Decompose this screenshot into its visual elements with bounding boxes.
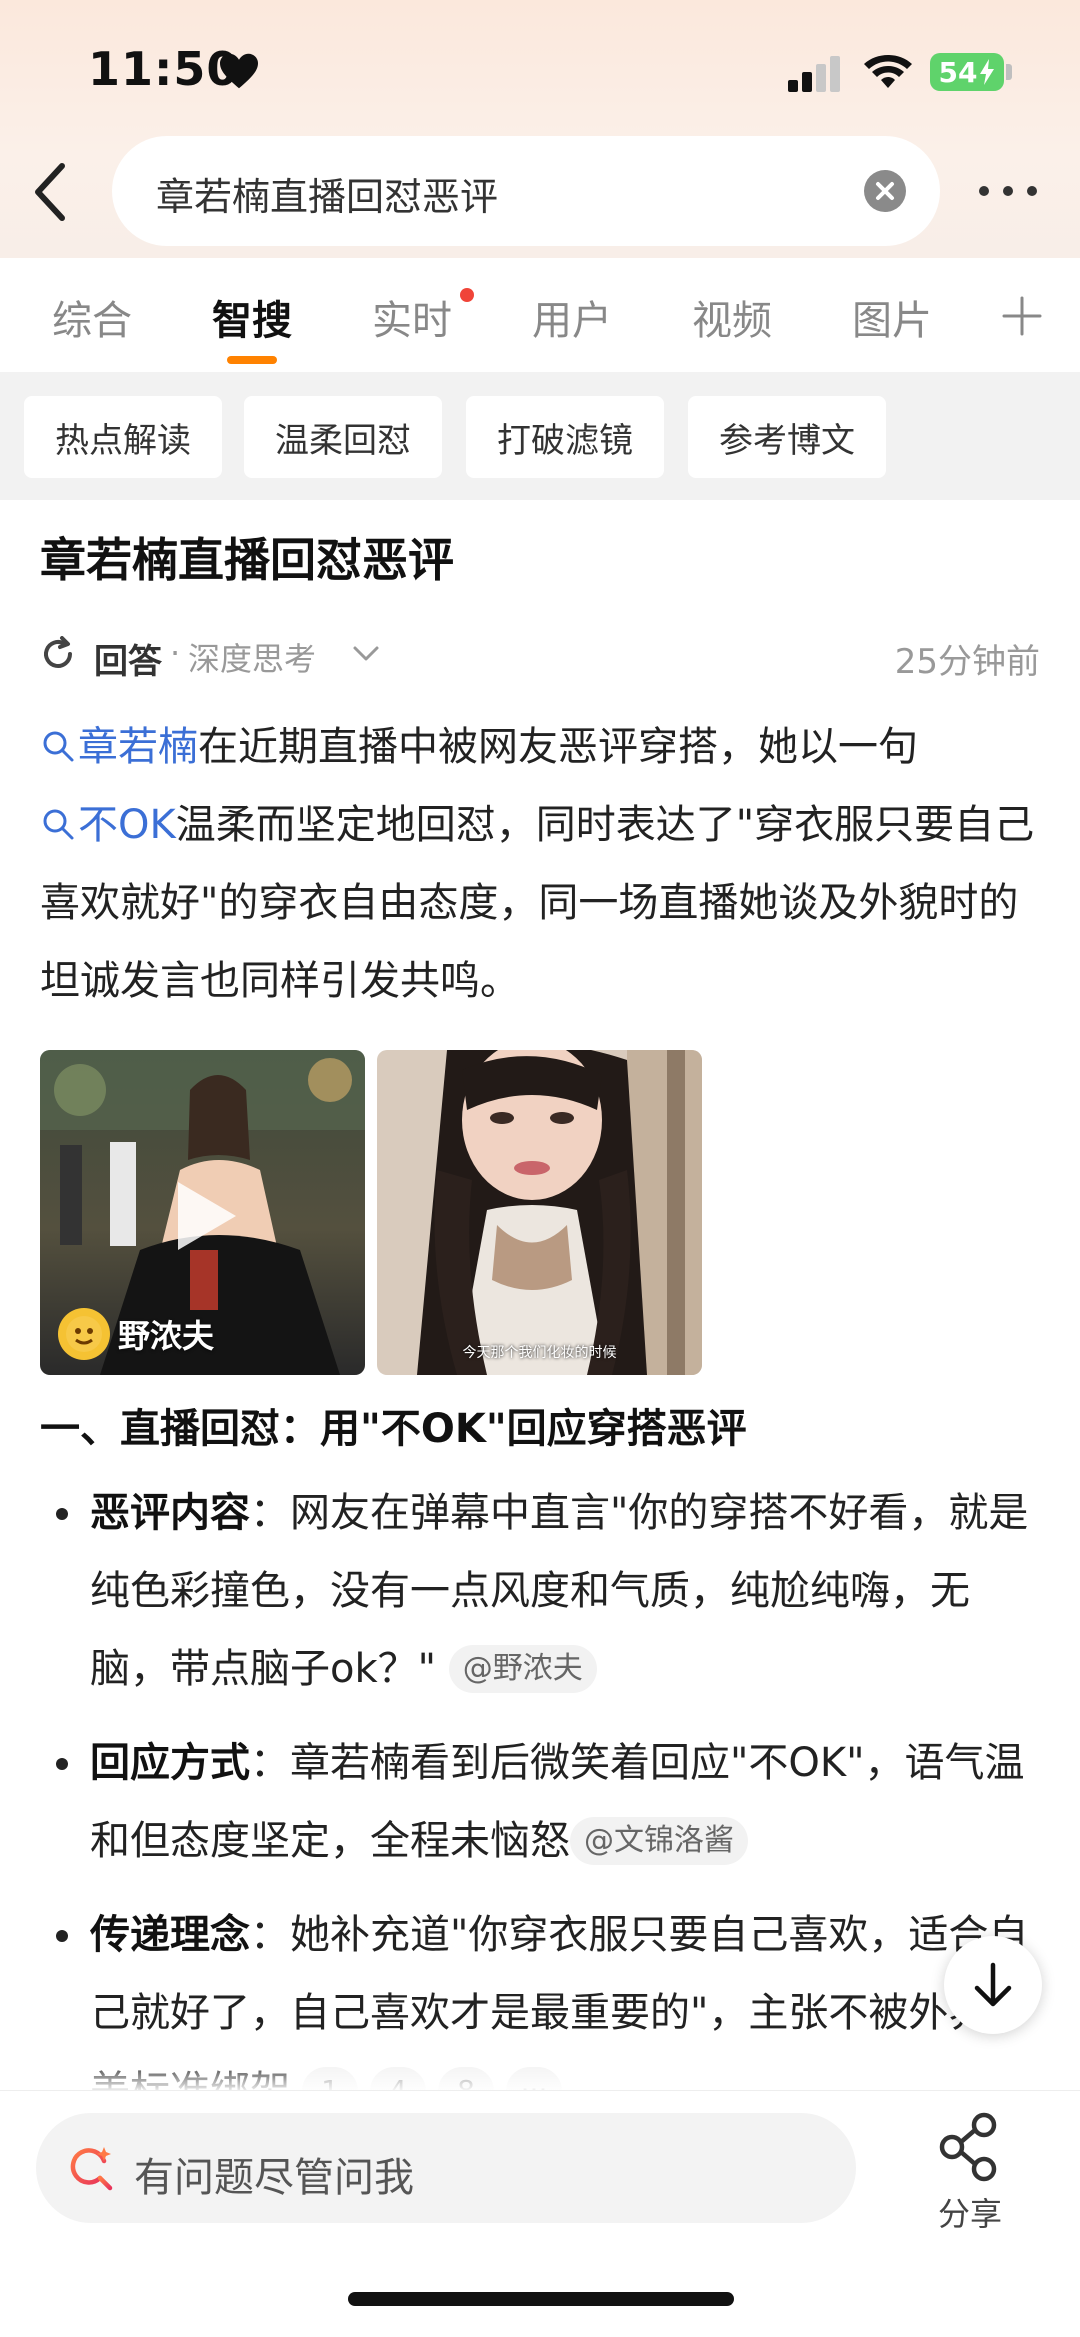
answer-timestamp: 25分钟前 xyxy=(894,642,1040,682)
search-tabs: 综合 智搜 实时 用户 视频 图片 xyxy=(0,258,1080,372)
cellular-signal-icon xyxy=(788,56,840,92)
deep-thinking-toggle[interactable]: 深度思考 xyxy=(188,634,316,680)
summary-paragraph: 章若楠在近期直播中被网友恶评穿搭，她以一句 不OK温柔而坚定地回怼，同时表达了"穿… xyxy=(40,708,1050,1020)
status-time: 11:50 xyxy=(88,42,240,96)
content-fade xyxy=(0,2060,1080,2090)
answer-meta-row: 回答 · 深度思考 25分钟前 xyxy=(40,630,1040,682)
source-tag[interactable]: @野浓夫 xyxy=(448,1645,597,1693)
bullet-label: 恶评内容 xyxy=(90,1490,250,1536)
ask-placeholder: 有问题尽管问我 xyxy=(134,2155,414,2201)
status-bar: 11:50 54 xyxy=(0,0,1080,140)
chip-gentle-comeback[interactable]: 温柔回怼 xyxy=(244,396,442,478)
section-heading: 一、直播回怼：用"不OK"回应穿搭恶评 xyxy=(40,1406,747,1452)
bullet-marker xyxy=(56,1758,68,1770)
search-query: 章若楠直播回怼恶评 xyxy=(156,175,499,219)
ask-input[interactable]: 有问题尽管问我 xyxy=(36,2113,856,2223)
source-tag[interactable]: @文锦洛酱 xyxy=(570,1817,748,1865)
keyword-text: 章若楠 xyxy=(78,724,198,770)
tab-realtime[interactable]: 实时 xyxy=(372,288,452,346)
bullet-label: 传递理念 xyxy=(90,1912,250,1958)
notification-dot xyxy=(460,288,474,302)
tab-images[interactable]: 图片 xyxy=(852,288,932,346)
clear-search-icon[interactable] xyxy=(864,170,906,212)
chip-break-filter[interactable]: 打破滤镜 xyxy=(466,396,664,478)
list-item: 恶评内容：网友在弹幕中直言"你的穿搭不好看，就是纯色彩撞色，没有一点风度和气质，… xyxy=(40,1474,1040,1708)
refresh-icon xyxy=(44,636,72,668)
home-indicator[interactable] xyxy=(348,2292,734,2306)
back-arrow-icon[interactable] xyxy=(28,160,72,224)
tab-smart-search[interactable]: 智搜 xyxy=(212,288,292,346)
chevron-down-icon[interactable] xyxy=(352,644,380,664)
add-tab-icon[interactable] xyxy=(1002,296,1042,336)
author-name: 野浓夫 xyxy=(118,1317,215,1355)
battery-indicator: 54 xyxy=(930,53,1004,91)
search-icon xyxy=(43,731,74,762)
thumbnail-image xyxy=(377,1050,702,1375)
search-row: 章若楠直播回怼恶评 xyxy=(0,136,1080,248)
arrow-down-icon xyxy=(974,1962,1012,2007)
summary-text: 在近期直播中被网友恶评穿搭，她以一句 xyxy=(198,724,918,770)
tab-users[interactable]: 用户 xyxy=(532,288,612,346)
video-subtitle: 今天那个我们化妆的时候 xyxy=(462,1345,617,1361)
keyword-text: 不OK xyxy=(78,802,176,848)
share-label[interactable]: 分享 xyxy=(934,2189,1006,2235)
bullet-marker xyxy=(56,1508,68,1520)
photo-thumbnail[interactable]: 今天那个我们化妆的时候 xyxy=(377,1050,702,1375)
ai-search-icon xyxy=(70,2147,113,2191)
bullet-label: 回应方式 xyxy=(90,1740,250,1786)
tab-videos[interactable]: 视频 xyxy=(692,288,772,346)
summary-text: 温柔而坚定地回怼，同时表达了"穿衣服只要自己喜欢就好"的穿衣自由态度，同一场直播… xyxy=(40,802,1035,1004)
keyword-link[interactable]: 不OK xyxy=(40,802,176,848)
article-title: 章若楠直播回怼恶评 xyxy=(40,533,454,587)
scroll-down-button[interactable] xyxy=(944,1936,1042,2034)
heart-icon xyxy=(220,53,258,89)
answer-label: 回答 xyxy=(94,642,162,682)
author-avatar-icon xyxy=(58,1308,110,1360)
share-icon[interactable] xyxy=(934,2111,1006,2183)
video-author: 野浓夫 xyxy=(58,1308,214,1360)
battery-cap xyxy=(1006,64,1012,80)
play-icon[interactable] xyxy=(170,1178,240,1254)
tab-comprehensive[interactable]: 综合 xyxy=(52,288,132,346)
charging-bolt-icon xyxy=(980,59,995,85)
wifi-icon xyxy=(864,55,912,88)
active-tab-indicator xyxy=(227,356,277,364)
chip-hot-topic[interactable]: 热点解读 xyxy=(24,396,222,478)
bullet-marker xyxy=(56,1930,68,1942)
search-icon xyxy=(43,809,74,840)
search-input[interactable]: 章若楠直播回怼恶评 xyxy=(112,136,940,246)
list-item: 回应方式：章若楠看到后微笑着回应"不OK"，语气温和但态度坚定，全程未恼怒 @文锦… xyxy=(40,1724,1040,1880)
meta-separator: · xyxy=(170,634,181,672)
topic-chips: 热点解读 温柔回怼 打破滤镜 参考博文 xyxy=(0,372,1080,500)
more-options-icon[interactable] xyxy=(976,182,1040,200)
keyword-link[interactable]: 章若楠 xyxy=(40,724,198,770)
video-thumbnail[interactable]: 野浓夫 xyxy=(40,1050,365,1375)
chip-reference-posts[interactable]: 参考博文 xyxy=(688,396,886,478)
battery-level: 54 xyxy=(938,55,978,89)
